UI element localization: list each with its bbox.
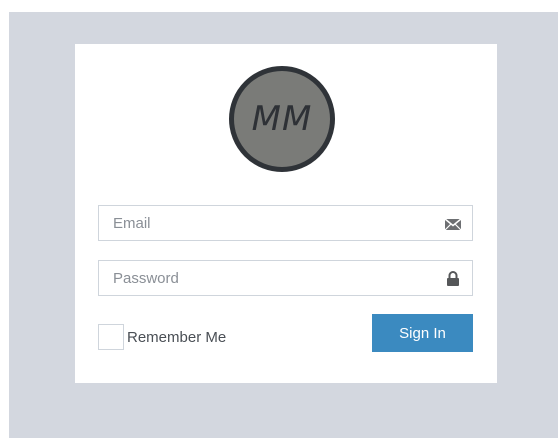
avatar-initials: MM	[251, 99, 313, 139]
password-field-container	[98, 260, 473, 296]
password-input[interactable]	[99, 261, 472, 295]
remember-me[interactable]: Remember Me	[98, 324, 226, 350]
remember-me-checkbox[interactable]	[98, 324, 124, 350]
avatar: MM	[229, 66, 335, 172]
lock-icon	[444, 271, 462, 287]
email-input[interactable]	[99, 206, 472, 240]
email-field-container	[98, 205, 473, 241]
login-card: MM Remember Me Sign In	[75, 44, 497, 383]
envelope-icon	[444, 216, 462, 232]
remember-me-label[interactable]: Remember Me	[127, 329, 226, 346]
sign-in-button[interactable]: Sign In	[372, 314, 473, 352]
